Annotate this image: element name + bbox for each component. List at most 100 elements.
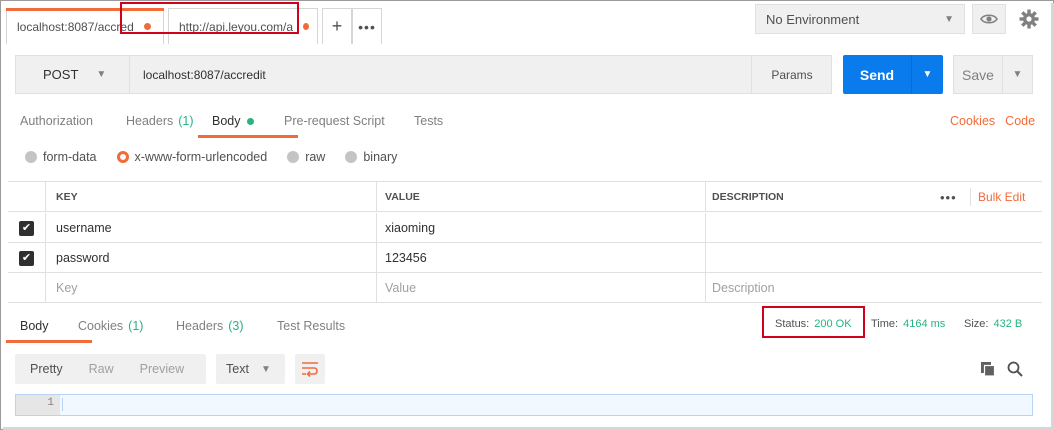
check-icon: ✔ xyxy=(19,250,34,266)
chevron-down-icon: ▼ xyxy=(1012,69,1023,80)
eye-icon xyxy=(980,14,998,24)
response-size: Size: 432 B xyxy=(964,318,1022,330)
radio-form-data[interactable]: form-data xyxy=(25,150,97,164)
method-select[interactable]: POST ▼ xyxy=(16,56,130,93)
value-placeholder-cell[interactable]: Value xyxy=(376,273,705,303)
tab-label: Authorization xyxy=(20,114,93,128)
table-row: ✔ password 123456 xyxy=(8,243,1042,273)
view-mode-pretty[interactable]: Pretty xyxy=(30,362,63,376)
cookies-link[interactable]: Cookies xyxy=(950,114,995,128)
body-params-table: KEY VALUE DESCRIPTION ••• Bulk Edit ✔ us… xyxy=(8,181,1042,303)
tab-label: Headers xyxy=(126,114,174,128)
chevron-down-icon: ▼ xyxy=(96,69,107,80)
line-number: 1 xyxy=(16,395,60,415)
header-check-cell xyxy=(8,182,45,212)
response-body-editor[interactable]: 1 xyxy=(15,394,1033,416)
response-time: Time: 4164 ms xyxy=(871,318,945,330)
column-header-value: VALUE xyxy=(376,182,705,212)
key-cell[interactable]: username xyxy=(45,213,376,243)
code-link[interactable]: Code xyxy=(1005,114,1035,128)
row-checkbox-empty xyxy=(8,273,45,303)
response-format-select[interactable]: Text ▼ xyxy=(216,354,285,384)
check-icon: ✔ xyxy=(19,220,34,236)
tab-headers[interactable]: Headers (1) xyxy=(126,104,212,138)
radio-label: raw xyxy=(305,150,326,164)
description-cell[interactable] xyxy=(705,213,1042,243)
request-links: Cookies Code xyxy=(950,114,1035,128)
time-label: Time: xyxy=(871,318,899,330)
tab-response-body[interactable]: Body xyxy=(6,309,92,343)
tab-label: Pre-request Script xyxy=(284,114,385,128)
environment-quick-look-button[interactable] xyxy=(972,4,1006,34)
tab-body[interactable]: Body xyxy=(198,104,298,138)
request-tab-2[interactable]: http://api.leyou.com/a xyxy=(168,8,318,44)
tab-label: Body xyxy=(20,319,49,333)
save-button[interactable]: Save ▼ xyxy=(953,55,1033,94)
chevron-down-icon: ▼ xyxy=(922,69,933,80)
params-label: Params xyxy=(771,67,813,82)
environment-label: No Environment xyxy=(766,11,860,27)
tab-label: Body xyxy=(212,114,241,128)
send-options-button[interactable]: ▼ xyxy=(911,55,943,94)
description-placeholder-cell[interactable]: Description xyxy=(705,273,1042,303)
wrap-icon xyxy=(302,362,318,377)
value-cell[interactable]: xiaoming xyxy=(376,213,705,243)
request-tab-label: localhost:8087/accred xyxy=(17,19,134,34)
size-value: 432 B xyxy=(993,318,1023,330)
response-status: Status: 200 OK xyxy=(775,318,852,330)
radio-binary[interactable]: binary xyxy=(345,150,397,164)
send-button[interactable]: Send ▼ xyxy=(843,55,943,94)
status-value: 200 OK xyxy=(814,318,852,330)
key-cell[interactable]: password xyxy=(45,243,376,273)
radio-label: binary xyxy=(363,150,398,164)
request-section-tabs: Authorization Headers (1) Body Pre-reque… xyxy=(20,104,454,138)
radio-raw[interactable]: raw xyxy=(287,150,325,164)
tab-label: Cookies xyxy=(78,319,124,333)
more-icon: ••• xyxy=(358,18,376,35)
tab-tests[interactable]: Tests xyxy=(414,104,454,138)
tab-pre-request-script[interactable]: Pre-request Script xyxy=(284,104,414,138)
chevron-down-icon: ▼ xyxy=(944,13,954,25)
size-label: Size: xyxy=(964,318,989,330)
row-checkbox[interactable]: ✔ xyxy=(8,243,45,273)
bulk-edit-link[interactable]: Bulk Edit xyxy=(978,182,1025,212)
tab-response-cookies[interactable]: Cookies (1) xyxy=(78,309,176,343)
environment-select[interactable]: No Environment ▼ xyxy=(755,4,965,34)
request-tab-1[interactable]: localhost:8087/accred xyxy=(6,8,164,44)
tab-response-headers[interactable]: Headers (3) xyxy=(176,309,277,343)
search-icon[interactable] xyxy=(1007,361,1023,377)
key-placeholder-cell[interactable]: Key xyxy=(45,273,376,303)
column-header-key: KEY xyxy=(45,182,376,212)
value-cell[interactable]: 123456 xyxy=(376,243,705,273)
tab-label: Test Results xyxy=(277,319,346,333)
view-mode-raw[interactable]: Raw xyxy=(89,362,114,376)
tab-authorization[interactable]: Authorization xyxy=(20,104,126,138)
tab-response-test-results[interactable]: Test Results xyxy=(277,309,357,343)
description-cell[interactable] xyxy=(705,243,1042,273)
send-label: Send xyxy=(859,66,895,83)
format-label: Text xyxy=(226,362,249,376)
status-label: Status: xyxy=(775,318,810,330)
tab-count: (1) xyxy=(178,114,194,128)
settings-button[interactable] xyxy=(1012,4,1046,34)
radio-x-www-form-urlencoded[interactable]: x-www-form-urlencoded xyxy=(116,150,268,164)
wrap-lines-button[interactable] xyxy=(295,354,325,384)
more-icon[interactable]: ••• xyxy=(940,182,957,212)
gear-icon xyxy=(1019,9,1039,29)
more-tabs-button[interactable]: ••• xyxy=(352,8,382,44)
response-view-mode-group: Pretty Raw Preview xyxy=(15,354,206,384)
url-input[interactable] xyxy=(133,56,753,93)
method-label: POST xyxy=(43,67,79,82)
new-tab-button[interactable]: + xyxy=(322,8,352,44)
table-header-row: KEY VALUE DESCRIPTION ••• Bulk Edit xyxy=(8,182,1042,212)
params-button[interactable]: Params xyxy=(751,56,832,93)
row-checkbox[interactable]: ✔ xyxy=(8,213,45,243)
radio-circle-icon xyxy=(345,151,358,163)
radio-label: x-www-form-urlencoded xyxy=(134,150,268,164)
radio-circle-icon xyxy=(116,151,129,163)
save-options-button[interactable]: ▼ xyxy=(1002,56,1032,93)
copy-icon[interactable] xyxy=(980,361,996,377)
request-tab-bar: localhost:8087/accred http://api.leyou.c… xyxy=(6,6,382,44)
view-mode-preview[interactable]: Preview xyxy=(140,362,184,376)
request-url-bar: POST ▼ Params xyxy=(15,55,832,94)
